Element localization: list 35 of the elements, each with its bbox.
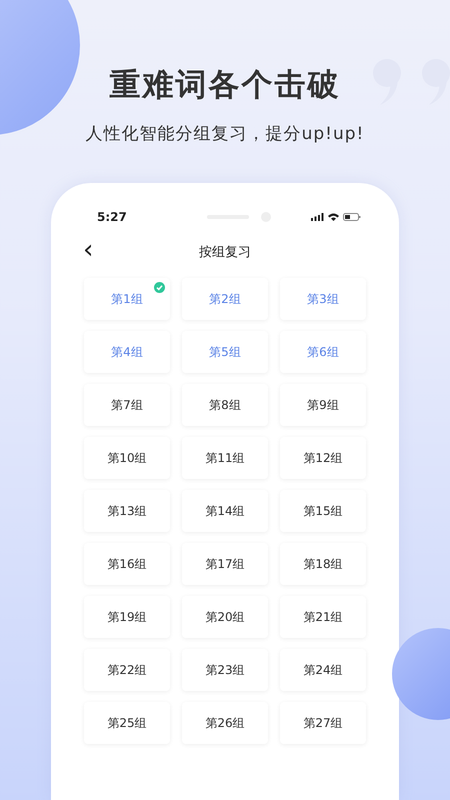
group-button[interactable]: 第6组: [280, 331, 366, 373]
subtitle: 人性化智能分组复习，提分up!up!: [86, 123, 364, 145]
group-button[interactable]: 第14组: [182, 490, 268, 532]
signal-icon: [310, 213, 324, 221]
screen-title: 按组复习: [199, 244, 251, 261]
headline: 重难词各个击破: [110, 66, 340, 105]
group-button[interactable]: 第22组: [84, 649, 170, 691]
group-button[interactable]: 第17组: [182, 543, 268, 585]
group-button[interactable]: 第1组: [84, 278, 170, 320]
back-button[interactable]: ‹: [79, 237, 98, 263]
group-button[interactable]: 第25组: [84, 702, 170, 744]
group-button[interactable]: 第24组: [280, 649, 366, 691]
group-button[interactable]: 第21组: [280, 596, 366, 638]
battery-icon: [342, 213, 361, 221]
group-button[interactable]: 第9组: [280, 384, 366, 426]
group-button[interactable]: 第3组: [280, 278, 366, 320]
group-button[interactable]: 第7组: [84, 384, 170, 426]
group-button[interactable]: 第11组: [182, 437, 268, 479]
group-button[interactable]: 第15组: [280, 490, 366, 532]
group-button[interactable]: 第10组: [84, 437, 170, 479]
group-button[interactable]: 第27组: [280, 702, 366, 744]
group-button[interactable]: 第8组: [182, 384, 268, 426]
group-button[interactable]: 第4组: [84, 331, 170, 373]
wifi-icon: [328, 213, 339, 221]
group-button[interactable]: 第12组: [280, 437, 366, 479]
group-button[interactable]: 第20组: [182, 596, 268, 638]
status-time: 5:27: [97, 210, 127, 224]
group-button[interactable]: 第16组: [84, 543, 170, 585]
group-button[interactable]: 第2组: [182, 278, 268, 320]
group-button[interactable]: 第26组: [182, 702, 268, 744]
group-button[interactable]: 第5组: [182, 331, 268, 373]
group-button[interactable]: 第18组: [280, 543, 366, 585]
group-button[interactable]: 第13组: [84, 490, 170, 532]
group-button[interactable]: 第23组: [182, 649, 268, 691]
group-button[interactable]: 第19组: [84, 596, 170, 638]
